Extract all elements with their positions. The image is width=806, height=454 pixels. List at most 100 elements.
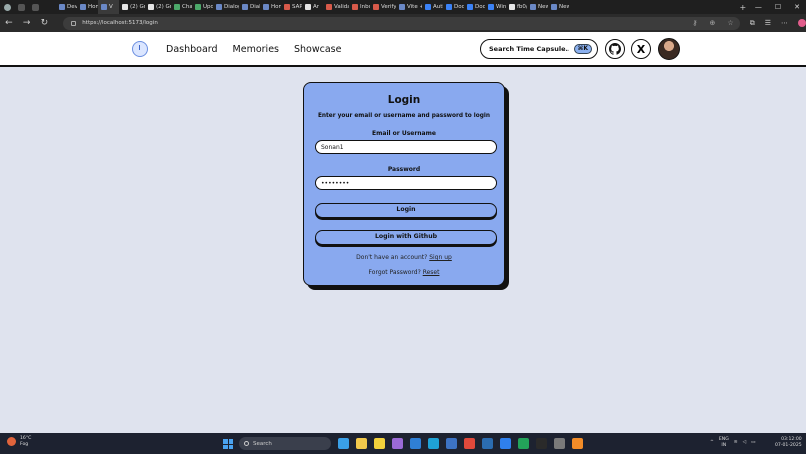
- vscode-icon[interactable]: [518, 438, 529, 449]
- login-button[interactable]: Login: [315, 203, 497, 218]
- browser-tab[interactable]: fb0/A: [506, 0, 527, 14]
- store-icon[interactable]: [446, 438, 457, 449]
- browser-tab[interactable]: Home: [260, 0, 281, 14]
- browser-tab-label: (2) Gr: [156, 4, 171, 10]
- address-bar[interactable]: https://localhost:5173/login ⚷ ⊕ ☆: [63, 16, 740, 30]
- browser-tab[interactable]: Updat: [192, 0, 213, 14]
- x-twitter-button[interactable]: X: [631, 39, 651, 59]
- minimize-icon[interactable]: —: [755, 3, 762, 11]
- docker-icon: [446, 4, 452, 10]
- nav-showcase[interactable]: Showcase: [294, 44, 341, 55]
- password-field[interactable]: [315, 176, 497, 190]
- telegram-icon[interactable]: [500, 438, 511, 449]
- more-icon[interactable]: ⋯: [781, 19, 788, 27]
- vite-icon: [101, 4, 107, 10]
- nav-memories[interactable]: Memories: [233, 44, 279, 55]
- x-icon: [122, 4, 128, 10]
- browser-tab[interactable]: Inbox: [349, 0, 370, 14]
- weather-widget[interactable]: 16°C Fog: [7, 436, 31, 447]
- windows-icon: [488, 4, 494, 10]
- profile-icon[interactable]: [4, 3, 11, 11]
- refresh-icon[interactable]: ↻: [36, 18, 54, 28]
- browser-tab[interactable]: Dialo: [239, 0, 260, 14]
- browser-tab[interactable]: SAPN: [281, 0, 302, 14]
- edge-icon[interactable]: [338, 438, 349, 449]
- browser-tab-label: Home: [88, 4, 98, 10]
- taskbar-search[interactable]: Search: [239, 437, 331, 450]
- sapn-icon: [284, 4, 290, 10]
- back-icon[interactable]: ←: [0, 18, 18, 28]
- snipping-tool-icon[interactable]: [554, 438, 565, 449]
- forgot-row: Forgot Password? Reset: [304, 269, 504, 276]
- url-text: https://localhost:5173/login: [82, 20, 158, 26]
- browser-tab-label: V: [109, 4, 113, 10]
- search-box[interactable]: ⌘K: [480, 39, 598, 59]
- browser-tab-label: Docke: [475, 4, 485, 10]
- dialog-icon: [242, 4, 248, 10]
- nav-dashboard[interactable]: Dashboard: [166, 44, 218, 55]
- site-info-icon[interactable]: [71, 20, 77, 26]
- favorite-star-icon[interactable]: ☆: [727, 19, 733, 27]
- language-indicator[interactable]: ENG IN: [719, 437, 729, 448]
- collections-icon[interactable]: [18, 3, 25, 11]
- browser-tab[interactable]: Authe: [422, 0, 443, 14]
- taskbar-search-label: Search: [253, 440, 272, 447]
- browser-tab[interactable]: Valida: [323, 0, 349, 14]
- windows-start-icon[interactable]: [223, 439, 233, 449]
- browser-tab[interactable]: Verify: [370, 0, 396, 14]
- zoom-icon[interactable]: ⊕: [710, 19, 716, 27]
- new-tab-button[interactable]: +: [737, 3, 749, 12]
- file-explorer-icon[interactable]: [356, 438, 367, 449]
- battery-icon[interactable]: ▭: [751, 440, 755, 445]
- browser-tab[interactable]: (2) Gr: [145, 0, 171, 14]
- login-title: Login: [387, 94, 421, 106]
- email-field[interactable]: [315, 140, 497, 154]
- browser-tab[interactable]: Docke: [443, 0, 464, 14]
- browser-tab[interactable]: Vite +: [396, 0, 422, 14]
- browser-tab[interactable]: Ar: [302, 0, 323, 14]
- key-icon[interactable]: ⚷: [692, 19, 697, 27]
- weather-desc: Fog: [20, 441, 29, 447]
- browser-tab-strip: Devpo Home V (2) Gr (2) Gr ChatG Updat Dialog Di…: [0, 0, 806, 14]
- browser-tab[interactable]: Docke: [464, 0, 485, 14]
- browser-tab[interactable]: Windo: [485, 0, 506, 14]
- clock[interactable]: 03:12:00 07-01-2025: [775, 437, 802, 449]
- browser-tab[interactable]: Dialog: [213, 0, 239, 14]
- terminal-icon[interactable]: [536, 438, 547, 449]
- copilot-icon[interactable]: [797, 19, 806, 27]
- browser-system-icons: [0, 3, 56, 11]
- browser-tab-label: (2) Gr: [130, 4, 145, 10]
- close-icon[interactable]: ✕: [794, 3, 800, 11]
- teams-icon[interactable]: [482, 438, 493, 449]
- tab-actions-icon[interactable]: [32, 3, 39, 11]
- browser-tab[interactable]: (2) Gr: [119, 0, 145, 14]
- wifi-icon[interactable]: ≋: [734, 440, 738, 445]
- mail-app-icon[interactable]: [410, 438, 421, 449]
- browser-tab[interactable]: Devpo: [56, 0, 77, 14]
- signup-link[interactable]: Sign up: [429, 254, 452, 261]
- login-with-github-button[interactable]: Login with Github: [315, 230, 497, 245]
- browser-tab[interactable]: Home: [77, 0, 98, 14]
- browser-tab[interactable]: New t: [527, 0, 548, 14]
- edge-dev-icon[interactable]: [428, 438, 439, 449]
- forward-icon[interactable]: →: [18, 18, 36, 28]
- volume-icon[interactable]: ◁: [743, 440, 747, 445]
- maximize-icon[interactable]: ☐: [775, 3, 781, 11]
- browser-actions: ⧉ ☰ ⋯: [750, 19, 806, 28]
- github-button[interactable]: [605, 39, 625, 59]
- search-input[interactable]: [489, 45, 569, 53]
- copilot-app-icon[interactable]: [392, 438, 403, 449]
- browser-tab[interactable]: V: [98, 0, 119, 14]
- favorites-icon[interactable]: ☰: [765, 19, 771, 27]
- browser-tab[interactable]: ChatG: [171, 0, 192, 14]
- vlc-icon[interactable]: [572, 438, 583, 449]
- reset-link[interactable]: Reset: [423, 269, 440, 276]
- chrome-icon[interactable]: [464, 438, 475, 449]
- browser-tab[interactable]: New t: [548, 0, 569, 14]
- clock-logo-icon[interactable]: [132, 41, 148, 57]
- extensions-icon[interactable]: ⧉: [750, 19, 755, 28]
- browser-tab-label: Valida: [334, 4, 349, 10]
- tray-chevron-icon[interactable]: ^: [710, 440, 714, 445]
- sticky-notes-icon[interactable]: [374, 438, 385, 449]
- avatar[interactable]: [658, 38, 680, 60]
